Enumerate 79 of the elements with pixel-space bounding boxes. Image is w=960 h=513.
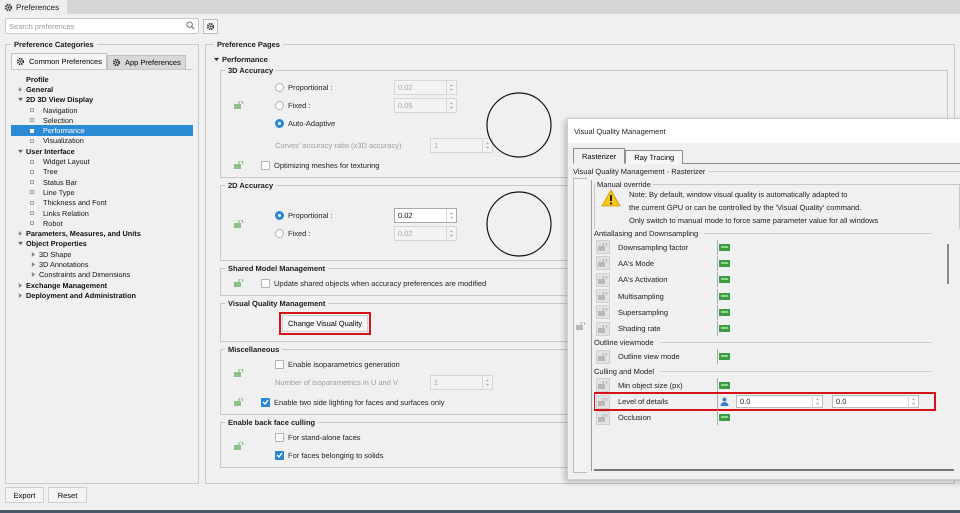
settings-icon [16,57,25,66]
flag-icon[interactable] [719,414,730,422]
radio-button[interactable] [275,210,284,220]
unlock-icon [234,442,244,450]
collapse-arrow-icon[interactable] [214,57,219,62]
expand-arrow-icon[interactable] [18,292,23,298]
checkbox[interactable] [275,360,284,368]
checkbox[interactable] [261,160,270,170]
collapse-arrow-icon[interactable] [18,148,23,154]
unlock-icon [598,414,608,422]
lock-button[interactable] [596,394,610,409]
unlock-icon [598,398,608,406]
leaf-bullet-icon [30,221,34,226]
leaf-bullet-icon [30,180,34,184]
accuracy-preview-circle [485,190,553,258]
unlock-icon [234,369,244,377]
radio-button[interactable] [275,118,284,128]
flag-icon[interactable] [719,308,730,316]
checkbox[interactable] [275,432,284,442]
unlock-icon [234,279,244,287]
flag-icon[interactable] [719,292,730,300]
expand-arrow-icon[interactable] [31,252,36,257]
lock-button[interactable] [596,322,610,336]
checkbox[interactable] [261,398,270,406]
unlock-icon [598,324,608,333]
leaf-bullet-icon [30,108,34,112]
unlock-icon [234,161,244,169]
unlock-icon [598,352,608,361]
lock-button[interactable] [596,272,610,287]
unlock-icon [598,381,608,390]
unlock-icon [598,276,608,284]
accuracy-preview-circle [485,91,553,159]
search-icon[interactable] [186,21,195,30]
collapse-arrow-icon[interactable] [18,97,23,102]
lock-button[interactable] [596,378,610,392]
settings-icon [206,22,215,30]
unlock-icon [234,398,244,406]
flag-icon[interactable] [719,325,730,332]
checkbox[interactable] [261,278,270,288]
window-title: Preferences [16,2,60,12]
flag-icon[interactable] [719,353,730,360]
settings-button[interactable] [203,18,218,34]
unlock-icon [598,308,608,316]
flag-icon[interactable] [719,276,730,284]
leaf-bullet-icon [30,128,34,133]
settings-icon [112,58,121,67]
unlock-icon [234,101,244,109]
leaf-bullet-icon [30,211,34,215]
leaf-bullet-icon [30,138,34,143]
collapse-arrow-icon[interactable] [18,241,23,246]
expand-arrow-icon[interactable] [18,231,23,236]
flag-icon[interactable] [719,260,730,267]
lock-button[interactable] [596,305,610,320]
warning-icon [601,189,621,207]
lock-button[interactable] [596,410,610,425]
lock-button[interactable] [596,256,610,270]
leaf-bullet-icon [30,160,34,164]
expand-arrow-icon[interactable] [31,262,36,267]
leaf-bullet-icon [30,190,34,194]
checkbox[interactable] [275,450,284,460]
unlock-icon [598,292,608,300]
flag-icon[interactable] [719,244,730,251]
window-tab[interactable]: Preferences [0,0,68,14]
expand-arrow-icon[interactable] [18,86,23,92]
leaf-bullet-icon [30,200,34,205]
lock-button[interactable] [596,289,610,304]
unlock-icon [598,259,608,268]
lock-button[interactable] [596,350,610,364]
flag-icon[interactable] [719,382,730,389]
lock-button[interactable] [596,240,610,254]
expand-arrow-icon[interactable] [18,282,23,288]
unlock-icon [234,220,244,228]
user-icon[interactable] [720,397,729,406]
scrollbar-thumb[interactable] [947,244,949,284]
leaf-bullet-icon [30,118,34,122]
unlock-icon [598,243,608,252]
expand-arrow-icon[interactable] [31,272,36,278]
settings-icon [4,2,13,12]
leaf-bullet-icon [30,170,34,174]
